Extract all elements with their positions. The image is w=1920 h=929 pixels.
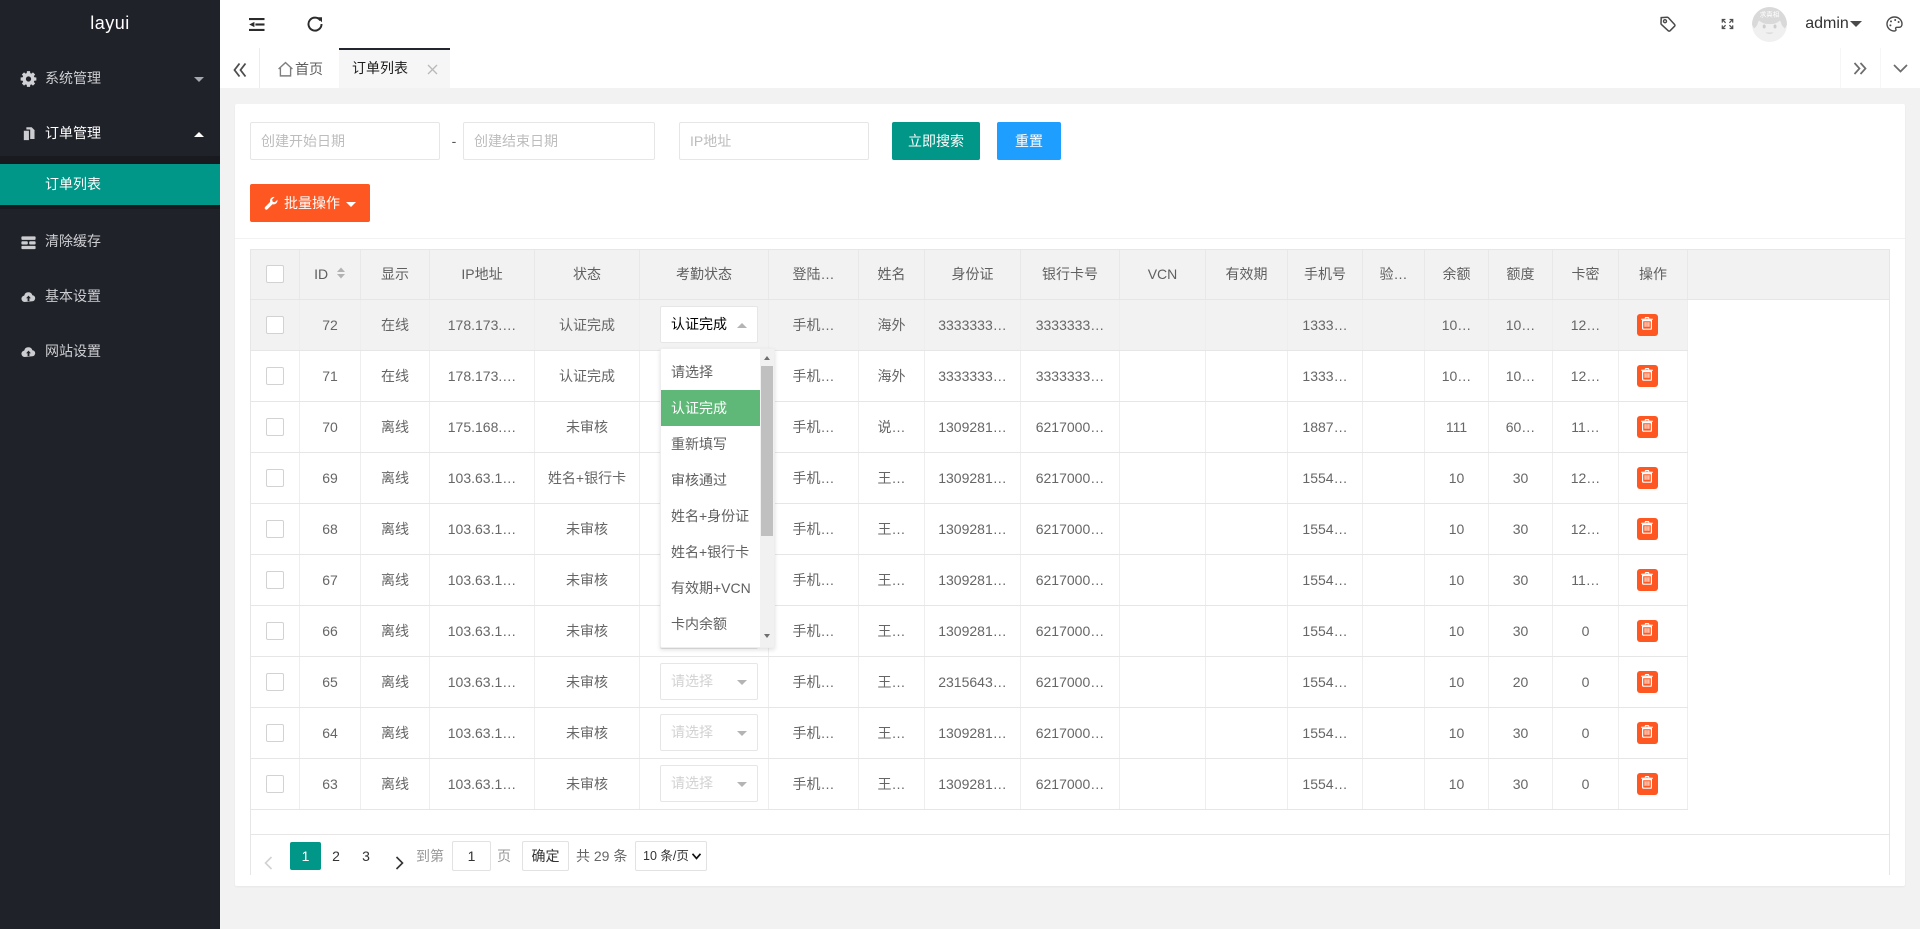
svg-text:求真相: 求真相 bbox=[1759, 9, 1779, 18]
